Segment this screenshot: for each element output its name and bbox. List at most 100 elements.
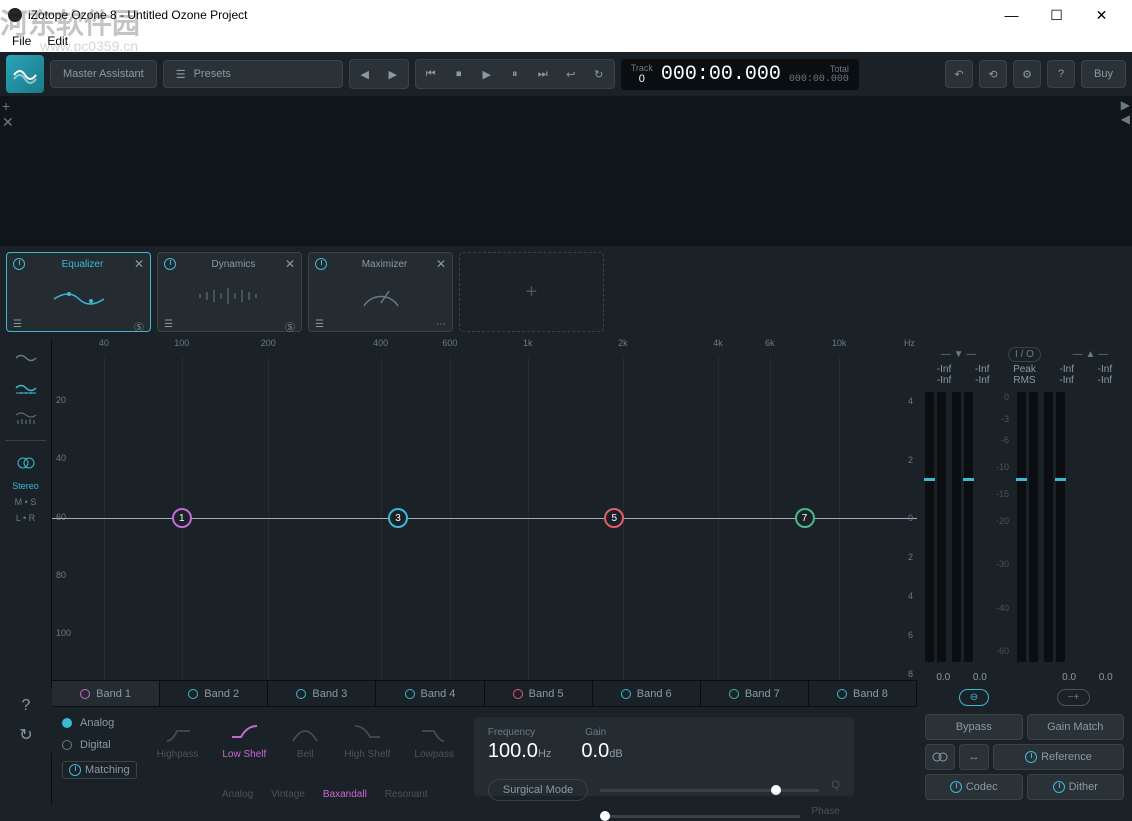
list-icon[interactable]: ☰ — [13, 319, 22, 334]
module-maximizer[interactable]: Maximizer ✕ ☰⋯ — [308, 252, 453, 332]
power-icon[interactable] — [315, 258, 327, 270]
menu-file[interactable]: File — [4, 34, 39, 48]
pause-button[interactable]: ⏸ — [502, 62, 528, 86]
history-button[interactable]: ⟲ — [979, 60, 1007, 88]
rewind-button[interactable]: ⏮ — [418, 62, 444, 86]
power-icon[interactable] — [13, 258, 25, 270]
dither-button[interactable]: Dither — [1027, 774, 1125, 800]
forward-button[interactable]: ⏭ — [530, 62, 556, 86]
ms-label[interactable]: M • S — [15, 497, 37, 507]
buy-button[interactable]: Buy — [1081, 60, 1126, 88]
close-button[interactable]: ✕ — [1079, 0, 1124, 30]
input-link-button[interactable]: ⊖ — [959, 689, 989, 706]
module-dynamics[interactable]: Dynamics ✕ ☰Ⓢ — [157, 252, 302, 332]
close-icon[interactable]: ✕ — [436, 257, 446, 271]
sum-diff-button[interactable] — [925, 744, 955, 770]
frequency-value[interactable]: 100.0 — [488, 740, 538, 762]
output-meter-r[interactable] — [1056, 392, 1065, 662]
variant-baxandall[interactable]: Baxandall — [323, 789, 367, 800]
filter-lowpass[interactable]: Lowpass — [414, 721, 453, 760]
close-icon[interactable]: ✕ — [134, 257, 144, 271]
next-button[interactable]: ▶ — [380, 62, 406, 86]
play-button[interactable]: ▶ — [474, 62, 500, 86]
cycle-button[interactable]: ↻ — [586, 62, 612, 86]
prev-button[interactable]: ◀ — [352, 62, 378, 86]
stereo-mode-button[interactable] — [7, 451, 45, 475]
bypass-button[interactable]: Bypass — [925, 714, 1023, 740]
list-icon[interactable]: ☰ — [315, 319, 324, 330]
undo-button[interactable]: ↶ — [945, 60, 973, 88]
eq-graph[interactable]: 20 40 60 80 100 1 3 5 7 4 2 0 2 4 6 8 — [52, 356, 917, 680]
band-tab-6[interactable]: Band 6 — [593, 681, 701, 706]
bars-view-button[interactable] — [7, 406, 45, 430]
add-marker[interactable]: + — [2, 98, 14, 114]
filter-highpass[interactable]: Highpass — [157, 721, 199, 760]
analog-radio[interactable]: Analog — [62, 717, 137, 729]
module-equalizer[interactable]: Equalizer ✕ ☰Ⓢ — [6, 252, 151, 332]
input-meter-r[interactable] — [964, 392, 973, 662]
variant-vintage[interactable]: Vintage — [271, 789, 305, 800]
list-icon[interactable]: ☰ — [164, 319, 173, 334]
output-collapse-icon[interactable]: — ▲ — — [1073, 349, 1108, 360]
add-module-button[interactable]: + — [459, 252, 604, 332]
band-tab-3[interactable]: Band 3 — [268, 681, 376, 706]
menu-icon[interactable]: ⋯ — [436, 319, 446, 330]
settings-button[interactable]: ⚙ — [1013, 60, 1041, 88]
digital-radio[interactable]: Digital — [62, 739, 137, 751]
matching-button[interactable]: Matching — [62, 761, 137, 779]
solo-icon[interactable]: Ⓢ — [285, 319, 295, 334]
band-tab-1[interactable]: Band 1 — [52, 681, 160, 706]
variant-analog[interactable]: Analog — [222, 789, 253, 800]
eq-node-1[interactable]: 1 — [172, 508, 192, 528]
input-slider-l[interactable] — [937, 392, 946, 662]
filter-highshelf[interactable]: High Shelf — [344, 721, 390, 760]
help-button[interactable]: ? — [1047, 60, 1075, 88]
gain-value[interactable]: 0.0 — [581, 740, 609, 762]
eq-view-button[interactable] — [7, 376, 45, 400]
help-icon[interactable]: ? — [22, 697, 31, 715]
variant-resonant[interactable]: Resonant — [385, 789, 428, 800]
surgical-mode-button[interactable]: Surgical Mode — [488, 779, 588, 801]
output-meter-l[interactable] — [1017, 392, 1026, 662]
reference-button[interactable]: Reference — [993, 744, 1124, 770]
band-tab-7[interactable]: Band 7 — [701, 681, 809, 706]
band-tab-2[interactable]: Band 2 — [160, 681, 268, 706]
ozone-logo[interactable] — [6, 55, 44, 93]
power-icon[interactable] — [164, 258, 176, 270]
input-meter-l[interactable] — [925, 392, 934, 662]
phase-slider[interactable] — [600, 815, 800, 818]
filter-bell[interactable]: Bell — [290, 721, 320, 760]
band-tab-4[interactable]: Band 4 — [376, 681, 484, 706]
input-collapse-icon[interactable]: — ▼ — — [941, 349, 976, 360]
gain-match-button[interactable]: Gain Match — [1027, 714, 1125, 740]
output-slider-r[interactable] — [1044, 392, 1053, 662]
eq-node-7[interactable]: 7 — [795, 508, 815, 528]
codec-button[interactable]: Codec — [925, 774, 1023, 800]
swap-button[interactable]: ↔ — [959, 744, 989, 770]
maximize-button[interactable]: ☐ — [1034, 0, 1079, 30]
input-slider-r[interactable] — [952, 392, 961, 662]
solo-icon[interactable]: Ⓢ — [134, 319, 144, 334]
close-marker[interactable]: ✕ — [2, 114, 14, 130]
band-tab-5[interactable]: Band 5 — [485, 681, 593, 706]
refresh-icon[interactable]: ↻ — [19, 725, 32, 745]
eq-node-5[interactable]: 5 — [604, 508, 624, 528]
io-toggle[interactable]: I / O — [1008, 347, 1041, 362]
minimize-button[interactable]: — — [989, 0, 1034, 30]
presets-button[interactable]: ☰ Presets — [163, 60, 343, 88]
filter-lowshelf[interactable]: Low Shelf — [222, 721, 266, 760]
lr-label[interactable]: L • R — [16, 513, 35, 523]
nav-right[interactable]: ▶ — [1121, 98, 1130, 112]
output-link-button[interactable]: −+ — [1057, 689, 1091, 706]
eq-node-3[interactable]: 3 — [388, 508, 408, 528]
nav-left[interactable]: ◀ — [1121, 112, 1130, 126]
output-slider-l[interactable] — [1029, 392, 1038, 662]
master-assistant-button[interactable]: Master Assistant — [50, 60, 157, 88]
q-slider[interactable] — [600, 789, 819, 792]
spectrum-view-button[interactable] — [7, 346, 45, 370]
band-tab-8[interactable]: Band 8 — [809, 681, 917, 706]
loop-button[interactable]: ↩ — [558, 62, 584, 86]
stop-button[interactable]: ⏹ — [446, 62, 472, 86]
menu-edit[interactable]: Edit — [39, 34, 76, 48]
close-icon[interactable]: ✕ — [285, 257, 295, 271]
